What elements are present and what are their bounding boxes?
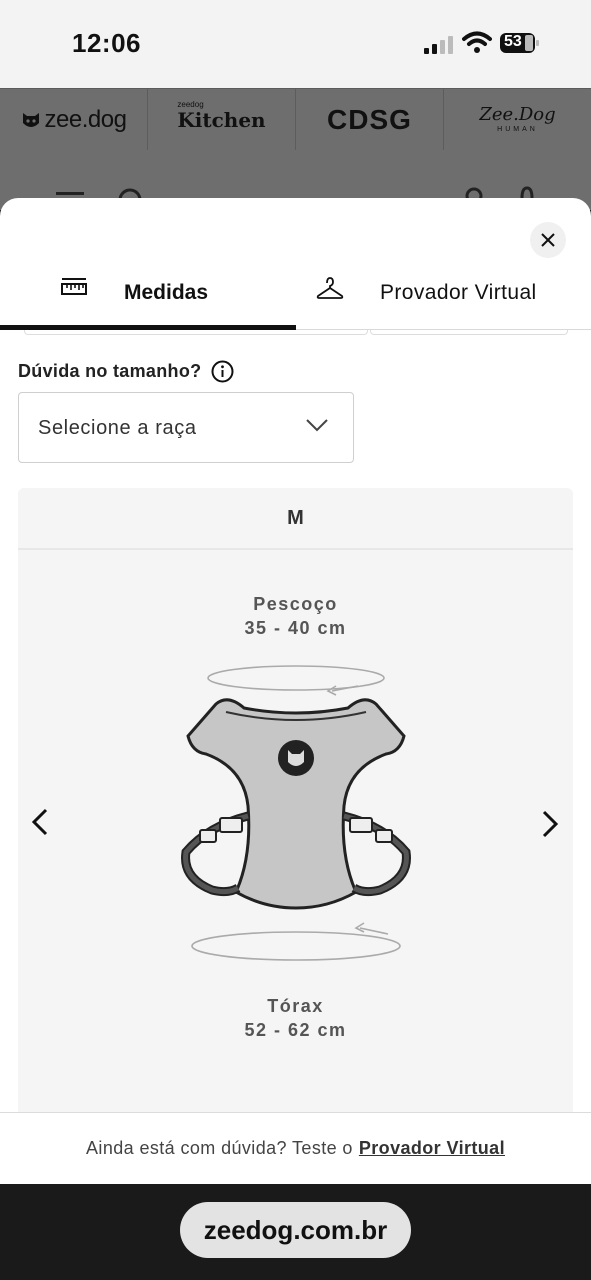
size-label: M [287,506,304,529]
previous-size-arrow-icon[interactable] [30,808,50,836]
hanger-icon [316,277,344,299]
browser-bottom-bar: zeedog.com.br [0,1184,591,1280]
brand-kitchen-top: zeedog [177,99,204,109]
cellular-signal-icon [424,34,454,54]
brand-kitchen[interactable]: zeedog Kitchen [148,89,296,150]
breed-select[interactable]: Selecione a raça [18,392,354,463]
tab-provador-label: Provador Virtual [380,281,537,304]
brand-kitchen-label: Kitchen [177,107,266,132]
neck-range: 35 - 40 cm [244,618,347,638]
provador-virtual-link[interactable]: Provador Virtual [359,1138,505,1159]
neck-label: Pescoço [253,594,338,614]
brand-human-top: Zee.Dog [479,104,556,125]
size-card: M Pescoço 35 - 40 cm Tórax 52 - 62 cm [18,488,573,1113]
size-question-label: Dúvida no tamanho? [18,361,202,381]
tab-provador-virtual[interactable]: Provador Virtual [296,268,591,330]
footer-text: Ainda está com dúvida? Teste o [86,1138,353,1158]
size-guide-sheet: Medidas Provador Virtual Dúvida no taman… [0,198,591,1184]
brand-human-label: HUMAN [497,126,538,133]
partial-size-boxes [0,330,591,336]
tab-medidas-label: Medidas [124,281,209,304]
brand-nav: zee.dog zeedog Kitchen CDSG Zee.Dog HUMA… [0,88,591,150]
ruler-icon [61,278,87,295]
status-time: 12:06 [72,28,141,58]
wifi-icon [462,31,492,53]
dog-logo-icon [22,112,39,127]
tab-medidas[interactable]: Medidas [0,268,296,330]
chest-label: Tórax [267,996,324,1016]
url-text: zeedog.com.br [203,1214,388,1245]
brand-zeedog[interactable]: zee.dog [0,89,148,150]
size-question: Dúvida no tamanho? [18,360,234,383]
brand-zeedog-label: zee.dog [44,105,127,133]
size-tabs: Medidas Provador Virtual [0,268,591,330]
status-bar: 12:06 53 [0,0,591,88]
harness-illustration [181,665,411,961]
brand-cdsg-label: CDSG [327,103,412,135]
brand-human[interactable]: Zee.Dog HUMAN [444,89,591,150]
url-bar[interactable]: zeedog.com.br [180,1202,411,1258]
info-icon[interactable] [211,360,234,383]
footer-help: Ainda está com dúvida? Teste o Provador … [0,1112,591,1184]
chevron-down-icon [306,419,328,432]
size-card-header: M [18,488,573,550]
breed-select-placeholder: Selecione a raça [38,417,197,439]
close-icon [541,233,555,247]
chest-range: 52 - 62 cm [244,1020,347,1040]
battery-icon: 53 [500,32,540,54]
close-button[interactable] [530,222,566,258]
brand-cdsg[interactable]: CDSG [296,89,444,150]
battery-level: 53 [504,33,522,50]
next-size-arrow-icon[interactable] [540,810,560,838]
